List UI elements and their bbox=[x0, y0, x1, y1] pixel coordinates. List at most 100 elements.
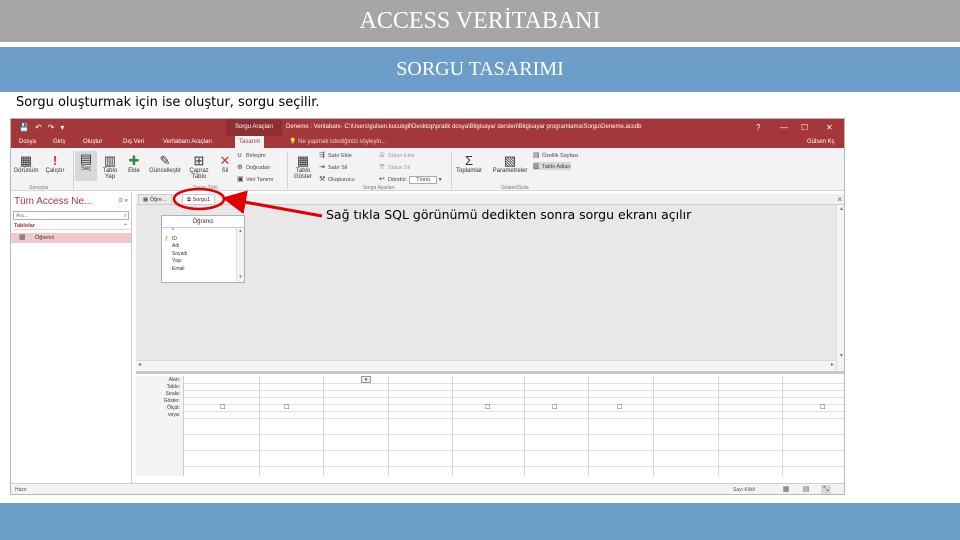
maximize-button[interactable]: ☐ bbox=[801, 119, 808, 136]
tell-me-search[interactable]: 💡 Ne yapmak istediğinizi söyleyin... bbox=[289, 136, 386, 148]
tab-student-table[interactable]: ▦ Öğre... bbox=[138, 194, 172, 205]
delete-columns-button[interactable]: ⇈ Sütun Sil bbox=[379, 163, 410, 171]
parameters-icon: ▧ bbox=[503, 153, 517, 168]
grid-row-line bbox=[184, 411, 844, 412]
query-design-grid[interactable]: Alan: Tablo: Sırala: Göster: Ölçüt: veya… bbox=[136, 376, 844, 482]
ribbon-separator bbox=[287, 151, 288, 189]
field-list-item[interactable]: Adı bbox=[162, 243, 244, 251]
grid-row-line bbox=[184, 383, 844, 384]
tab-home[interactable]: Giriş bbox=[53, 136, 65, 148]
minimize-button[interactable]: — bbox=[780, 119, 788, 136]
sql-view-icon[interactable]: ▤ bbox=[801, 485, 811, 494]
pane-splitter[interactable] bbox=[136, 371, 844, 374]
customize-qat-icon[interactable]: ▾ bbox=[60, 123, 70, 132]
insert-columns-button[interactable]: ⇊ Sütun Ekle bbox=[379, 151, 415, 159]
insert-rows-button[interactable]: ⇶ Satır Ekle bbox=[319, 151, 352, 159]
grid-label-criteria: Ölçüt: bbox=[166, 405, 180, 411]
union-button[interactable]: ∪ Birleşim bbox=[237, 151, 266, 159]
close-button[interactable]: ✕ bbox=[826, 119, 833, 136]
select-button[interactable]: ▤ Seç bbox=[75, 151, 97, 181]
ribbon-tabs: Dosya Giriş Oluştur Dış Veri Veritabanı … bbox=[11, 136, 844, 148]
grid-label-table: Tablo: bbox=[166, 384, 180, 390]
table-field-list[interactable]: Öğrenci * ⚷ ID Adı Soyadı Yaşı Email ▴ ▾ bbox=[161, 215, 245, 283]
make-table-button[interactable]: ▥ Tablo Yap bbox=[99, 153, 121, 180]
builder-button[interactable]: ⚒ Oluşturucu bbox=[319, 175, 355, 183]
redo-icon[interactable]: ↷ bbox=[48, 123, 61, 132]
view-button[interactable]: ▦ Görünüm bbox=[13, 153, 39, 174]
design-view-icon[interactable]: ⤡ bbox=[821, 485, 831, 494]
show-checkbox[interactable]: ☐ bbox=[617, 404, 622, 411]
scroll-up-icon[interactable]: ▴ bbox=[237, 228, 244, 234]
delete-rows-button[interactable]: ⇥ Satır Sil bbox=[319, 163, 347, 171]
run-button[interactable]: ! Çalıştır bbox=[41, 153, 69, 174]
field-list-item[interactable]: Email bbox=[162, 266, 244, 274]
show-table-button[interactable]: ▦ Tablo Göster bbox=[289, 153, 317, 180]
tab-database-tools[interactable]: Veritabanı Araçları bbox=[163, 136, 212, 148]
nav-pane-title[interactable]: Tüm Access Ne... bbox=[14, 196, 92, 207]
grid-label-show: Göster: bbox=[163, 398, 180, 404]
show-checkbox[interactable]: ☐ bbox=[820, 404, 825, 411]
group-show-hide: Göster/Gizle bbox=[501, 185, 529, 191]
key-icon: ⚷ bbox=[164, 235, 169, 242]
scroll-up-icon[interactable]: ▴ bbox=[837, 205, 844, 212]
help-button[interactable]: ? bbox=[756, 119, 760, 136]
tab-design[interactable]: Tasarım bbox=[235, 136, 265, 148]
pass-through-button[interactable]: ⊕ Doğrudan bbox=[237, 163, 270, 171]
return-dropdown[interactable]: ↩ Döndür: Tümü ▾ bbox=[379, 175, 441, 184]
table-names-button[interactable]: ▥ Tablo Adları bbox=[533, 162, 571, 170]
tab-create[interactable]: Oluştur bbox=[83, 136, 102, 148]
design-horizontal-scrollbar[interactable]: ◂ ▸ bbox=[136, 360, 836, 371]
nav-dropdown-icon[interactable]: ⊙ bbox=[118, 198, 123, 204]
quick-access-toolbar[interactable]: 💾↶↷▾ bbox=[19, 119, 70, 136]
datasheet-view-icon[interactable]: ▦ bbox=[781, 485, 791, 494]
slide-caption: Sorgu oluşturmak için ise oluştur, sorgu… bbox=[16, 95, 320, 110]
delete-icon: ✕ bbox=[219, 153, 231, 168]
table-icon: ▦ bbox=[143, 197, 150, 203]
save-icon[interactable]: 💾 bbox=[19, 123, 35, 132]
user-name[interactable]: Gülsen Kç bbox=[807, 136, 835, 148]
data-definition-button[interactable]: ▣ Veri Tanımı bbox=[237, 175, 273, 183]
nav-section-tables[interactable]: Tablolar ⌃ bbox=[14, 223, 130, 230]
undo-icon[interactable]: ↶ bbox=[35, 123, 48, 132]
tab-external-data[interactable]: Dış Veri bbox=[123, 136, 144, 148]
view-icon: ▦ bbox=[19, 153, 33, 168]
nav-search-input[interactable]: Ara... ⌕ bbox=[13, 211, 129, 220]
field-list-item[interactable]: * bbox=[162, 228, 244, 236]
scroll-down-icon[interactable]: ▾ bbox=[237, 274, 244, 280]
status-text: Hazır bbox=[15, 487, 27, 493]
union-icon: ∪ bbox=[237, 152, 243, 159]
grid-column-line bbox=[452, 376, 453, 476]
grid-column-line bbox=[524, 376, 525, 476]
field-list-item[interactable]: Soyadı bbox=[162, 251, 244, 259]
context-tab-query-tools: Sorgu Araçları bbox=[226, 119, 282, 136]
show-checkbox[interactable]: ☐ bbox=[485, 404, 490, 411]
scroll-left-icon[interactable]: ◂ bbox=[138, 361, 141, 368]
grid-row-line bbox=[184, 390, 844, 391]
field-list-item[interactable]: Yaşı bbox=[162, 258, 244, 266]
show-checkbox[interactable]: ☐ bbox=[284, 404, 289, 411]
group-results: Sonuçlar bbox=[29, 185, 49, 191]
show-checkbox[interactable]: ☐ bbox=[220, 404, 225, 411]
show-checkbox[interactable]: ☐ bbox=[552, 404, 557, 411]
property-sheet-button[interactable]: ▤ Özellik Sayfası bbox=[533, 151, 578, 159]
tab-file[interactable]: Dosya bbox=[19, 136, 36, 148]
design-vertical-scrollbar[interactable]: ▴ ▾ bbox=[836, 205, 844, 371]
nav-collapse-icon[interactable]: « bbox=[125, 198, 128, 204]
scroll-down-icon[interactable]: ▾ bbox=[837, 352, 844, 359]
field-list-item[interactable]: ⚷ ID bbox=[162, 236, 244, 244]
delete-button[interactable]: ✕ Sil bbox=[215, 153, 235, 174]
scroll-right-icon[interactable]: ▸ bbox=[831, 361, 834, 368]
field-dropdown-button[interactable]: ▾ bbox=[361, 376, 371, 383]
grid-row-line bbox=[184, 418, 844, 419]
grid-label-sort: Sırala: bbox=[165, 391, 180, 397]
close-document-icon[interactable]: × bbox=[837, 194, 842, 205]
sigma-icon: Σ bbox=[464, 153, 474, 168]
parameters-button[interactable]: ▧ Parametreler bbox=[489, 153, 531, 174]
crosstab-button[interactable]: ⊞ Çapraz Tablo bbox=[185, 153, 213, 180]
totals-button[interactable]: Σ Toplamlar bbox=[453, 153, 485, 174]
tab-query1[interactable]: ⧉ Sorgu1 bbox=[182, 194, 216, 205]
field-list-scrollbar[interactable]: ▴ ▾ bbox=[236, 228, 244, 282]
nav-item-student-table[interactable]: ▦ Öğrenci bbox=[11, 233, 131, 243]
append-button[interactable]: ✚ Ekle bbox=[123, 153, 145, 174]
update-button[interactable]: ✎ Güncelleştir bbox=[145, 153, 185, 174]
